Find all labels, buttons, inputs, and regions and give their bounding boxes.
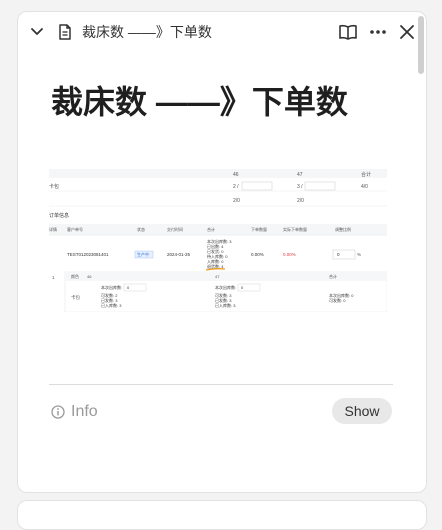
- document-icon: [59, 24, 71, 40]
- shot-section-title: 订单信息: [49, 212, 69, 219]
- chevron-down-icon[interactable]: [28, 23, 46, 41]
- shot-th-3: 合计: [207, 226, 215, 232]
- shot-status: 生产中: [137, 251, 149, 257]
- info-label: Info: [71, 403, 98, 420]
- shot-pct2: 0.00%: [283, 252, 296, 257]
- show-button[interactable]: Show: [332, 398, 392, 424]
- shot-date: 2024-01-25: [167, 252, 191, 257]
- shot-r2-v3: 4/0: [361, 184, 368, 190]
- shot-sub-b-2: 已入库数: 3: [215, 302, 236, 308]
- shot-order-no: TEST012023081401: [67, 252, 109, 257]
- shot-sub-th-3: 合计: [329, 273, 337, 279]
- document-panel: 裁床数 ——》下单数 裁床数 ——》下单数 46 47 合计 卡包 2 / 3 …: [17, 11, 427, 493]
- shot-th-4: 下单数量: [251, 226, 267, 232]
- shot-th-5: 实际下单数量: [283, 226, 307, 232]
- shot-pct1: 0.00%: [251, 252, 264, 257]
- shot-sub-th-2: 47: [215, 274, 220, 279]
- shot-sub-th-1: 46: [87, 274, 92, 279]
- shot-col-total: 合计: [361, 171, 371, 178]
- shot-col-46: 46: [233, 172, 239, 178]
- shot-sub-a-2: 已入库数: 3: [101, 302, 122, 308]
- shot-sub-label: 卡包: [71, 294, 80, 301]
- shot-th-6: 调整比例: [335, 226, 351, 232]
- shot-ratio-unit: %: [357, 252, 361, 257]
- shot-row-label: 卡包: [49, 183, 59, 190]
- info-icon: [51, 405, 65, 419]
- info-toggle[interactable]: Info: [51, 402, 98, 422]
- shot-th-2: 交付时间: [167, 226, 183, 232]
- shot-r2-v2: 3 /: [297, 184, 303, 190]
- page-title: 裁床数 ——》下单数: [51, 84, 348, 120]
- embedded-screenshot: 46 47 合计 卡包 2 / 3 / 4/0 2/0 2/0 订单信息 客户单…: [49, 169, 387, 312]
- shot-r3-v1: 2/0: [233, 198, 240, 204]
- book-open-icon[interactable]: [338, 23, 358, 41]
- panel-title: 裁床数 ——》下单数: [82, 24, 212, 40]
- next-panel: [17, 500, 427, 530]
- shot-th-0: 客户单号: [67, 226, 83, 232]
- shot-row-left: 详情: [49, 226, 57, 232]
- shot-index: 1: [52, 275, 55, 280]
- shot-sub-th-0: 颜色: [71, 273, 79, 279]
- close-icon[interactable]: [398, 23, 416, 41]
- shot-r2-v1: 2 /: [233, 184, 239, 190]
- shot-sub-input-label-b: 本次出库数:: [215, 284, 236, 290]
- shot-sub-input-label-a: 本次出库数:: [101, 284, 122, 290]
- divider: [49, 384, 393, 385]
- panel-header: 裁床数 ——》下单数: [18, 12, 426, 52]
- shot-r3-v2: 2/0: [297, 198, 304, 204]
- shot-col-47: 47: [297, 172, 303, 178]
- shot-sub-c-1: 可发数: 0: [329, 297, 346, 303]
- shot-th-1: 状态: [137, 226, 145, 232]
- more-horizontal-icon[interactable]: [368, 23, 388, 41]
